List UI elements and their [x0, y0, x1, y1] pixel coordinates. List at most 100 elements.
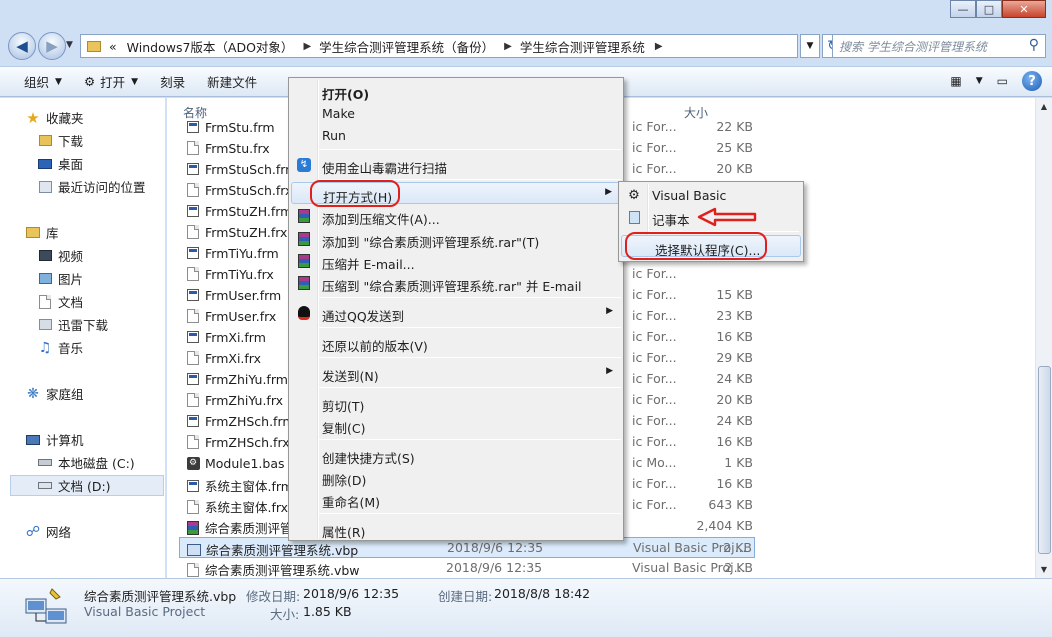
- nav-recent[interactable]: 最近访问的位置: [36, 176, 146, 197]
- nav-libraries[interactable]: 库: [24, 222, 59, 243]
- file-icon: [185, 266, 201, 282]
- recent-pages-dropdown[interactable]: ▼: [66, 40, 73, 50]
- nav-network[interactable]: ☍ 网络: [24, 521, 71, 542]
- nav-desktop[interactable]: 桌面: [36, 153, 83, 174]
- context-menu: 打开(O) Make Run ↯ 使用金山毒霸进行扫描 打开方式(H) ▶ 添加到压…: [288, 77, 624, 541]
- qq-penguin-icon: [296, 305, 312, 321]
- file-name: 系统主窗体.frx: [205, 500, 289, 515]
- new-folder-button[interactable]: 新建文件: [207, 72, 257, 91]
- network-icon: ☍: [25, 523, 41, 540]
- vb-form-icon: [185, 203, 201, 219]
- menu-item-scan[interactable]: ↯ 使用金山毒霸进行扫描: [291, 154, 621, 176]
- breadcrumb-separator-icon[interactable]: ▶: [303, 41, 311, 52]
- breadcrumb-item[interactable]: 学生综合测评管理系统: [520, 37, 645, 56]
- file-name-cell: FrmStuZH.frm: [185, 203, 292, 219]
- submenu-item-visual-basic[interactable]: ⚙ Visual Basic: [621, 184, 801, 206]
- menu-item-run[interactable]: Run: [291, 124, 621, 146]
- nav-videos[interactable]: 视频: [36, 245, 83, 266]
- menu-separator: [319, 513, 621, 514]
- vertical-scrollbar[interactable]: ▲ ▼: [1035, 98, 1052, 578]
- file-type: ic For...: [632, 350, 677, 365]
- vb-app-icon: ⚙: [628, 187, 640, 203]
- menu-item-make[interactable]: Make: [291, 102, 621, 124]
- scroll-thumb[interactable]: [1038, 366, 1051, 554]
- menu-item-restore[interactable]: 还原以前的版本(V): [291, 332, 621, 354]
- homegroup-icon: ❋: [27, 385, 39, 402]
- nav-drive-c[interactable]: 本地磁盘 (C:): [36, 452, 135, 473]
- file-name-cell: FrmTiYu.frx: [185, 266, 274, 282]
- menu-item-add-archive[interactable]: 添加到压缩文件(A)...: [291, 205, 621, 227]
- menu-item-rename[interactable]: 重命名(M): [291, 488, 621, 510]
- burn-button[interactable]: 刻录: [160, 72, 185, 91]
- file-size: 24 KB: [716, 413, 753, 428]
- maximize-button[interactable]: □: [976, 0, 1002, 18]
- nav-favorites[interactable]: ★ 收藏夹: [24, 107, 83, 128]
- menu-item-add-rar[interactable]: 添加到 "综合素质测评管理系统.rar"(T): [291, 228, 621, 250]
- forward-button[interactable]: ▶: [38, 32, 66, 60]
- scroll-down-icon[interactable]: ▼: [1036, 561, 1052, 578]
- file-name: 综合素质测评管理系统.vbp: [206, 543, 359, 558]
- nav-downloads[interactable]: 下载: [36, 130, 83, 151]
- menu-item-delete[interactable]: 删除(D): [291, 466, 621, 488]
- open-button[interactable]: ⚙ 打开 ▼: [84, 72, 138, 91]
- vb-form-icon: [185, 478, 201, 494]
- menu-item-create-shortcut[interactable]: 创建快捷方式(S): [291, 444, 621, 466]
- file-row[interactable]: 综合素质测评管理系统.vbw 2018/9/6 12:35 Visual Basic…: [179, 558, 755, 578]
- back-button[interactable]: ◀: [8, 32, 36, 60]
- file-size: 24 KB: [716, 371, 753, 386]
- scroll-up-icon[interactable]: ▲: [1036, 98, 1052, 115]
- menu-item-properties[interactable]: 属性(R): [291, 518, 621, 540]
- breadcrumb-item[interactable]: Windows7版本（ADO对象）: [127, 37, 294, 56]
- nav-drive-d[interactable]: 文档 (D:): [10, 475, 164, 496]
- nav-music[interactable]: ♫ 音乐: [36, 337, 83, 358]
- organize-button[interactable]: 组织 ▼: [24, 72, 62, 91]
- menu-item-compress-email[interactable]: 压缩并 E-mail...: [291, 250, 621, 272]
- file-name: FrmXi.frx: [205, 350, 261, 366]
- file-type: ic For...: [632, 413, 677, 428]
- menu-item-send-to[interactable]: 发送到(N) ▶: [291, 362, 621, 384]
- menu-label: 还原以前的版本(V): [322, 339, 428, 354]
- file-name-cell: 综合素质测评管理系统.vbp: [186, 540, 358, 559]
- breadcrumb-separator-icon[interactable]: ▶: [655, 41, 663, 52]
- file-date: 2018/9/6 12:35: [446, 560, 543, 575]
- annotation-arrow-icon: [697, 207, 757, 227]
- address-bar[interactable]: « Windows7版本（ADO对象） ▶ 学生综合测评管理系统（备份） ▶ 学…: [80, 34, 798, 58]
- submenu-arrow-icon: ▶: [606, 306, 613, 316]
- menu-item-cut[interactable]: 剪切(T): [291, 392, 621, 414]
- address-dropdown[interactable]: ▼: [800, 34, 820, 58]
- menu-item-send-qq[interactable]: 通过QQ发送到 ▶: [291, 302, 621, 324]
- chevron-down-icon[interactable]: ▼: [976, 76, 983, 86]
- file-name-cell: FrmStuZH.frx: [185, 224, 287, 240]
- nav-pictures[interactable]: 图片: [36, 268, 83, 289]
- burn-label: 刻录: [160, 75, 186, 90]
- nav-homegroup[interactable]: ❋ 家庭组: [24, 383, 83, 404]
- file-name: FrmTiYu.frx: [205, 266, 274, 282]
- preview-pane-icon[interactable]: ▭: [997, 74, 1008, 88]
- nav-computer[interactable]: 计算机: [24, 429, 84, 450]
- search-icon[interactable]: ⚲: [1029, 37, 1039, 53]
- search-input[interactable]: 搜索 学生综合测评管理系统 ⚲: [832, 34, 1046, 58]
- file-icon: [185, 224, 201, 240]
- breadcrumb-separator-icon[interactable]: ▶: [504, 41, 512, 52]
- view-icon[interactable]: ▦: [950, 74, 961, 88]
- file-name-cell: ⚙ Module1.bas: [185, 455, 285, 471]
- close-button[interactable]: ✕: [1002, 0, 1046, 18]
- music-icon: ♫: [38, 339, 52, 356]
- nav-label: 文档: [58, 295, 84, 310]
- nav-documents[interactable]: 文档: [36, 291, 83, 312]
- navigation-pane: ★ 收藏夹 下载 桌面 最近访问的位置 库 视频 图片 文档 迅雷下载 ♫ 音乐 ❋…: [0, 98, 166, 578]
- menu-item-copy[interactable]: 复制(C): [291, 414, 621, 436]
- file-name: FrmZhiYu.frx: [205, 392, 284, 408]
- vb-form-icon: [185, 413, 201, 429]
- breadcrumb-overflow[interactable]: «: [109, 39, 117, 54]
- menu-item-open[interactable]: 打开(O): [291, 80, 621, 102]
- menu-item-compress-rar-email[interactable]: 压缩到 "综合素质测评管理系统.rar" 并 E-mail: [291, 272, 621, 294]
- minimize-button[interactable]: —: [950, 0, 976, 18]
- vb-form-icon: [185, 371, 201, 387]
- breadcrumb-item[interactable]: 学生综合测评管理系统（备份）: [319, 37, 494, 56]
- nav-label: 库: [46, 226, 59, 241]
- file-icon: [185, 350, 201, 366]
- vb-form-icon: [185, 329, 201, 345]
- help-icon[interactable]: ?: [1022, 71, 1042, 91]
- nav-xunlei[interactable]: 迅雷下载: [36, 314, 108, 335]
